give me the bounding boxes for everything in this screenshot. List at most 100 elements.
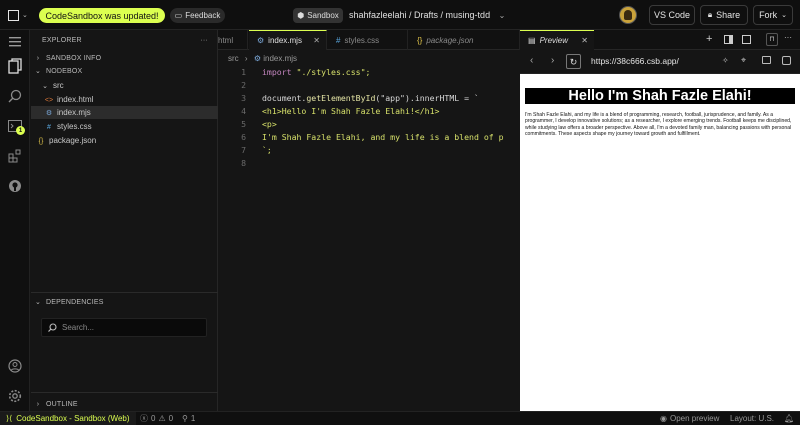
line-number: 5: [241, 119, 246, 129]
divider: [31, 292, 218, 293]
css-file-icon: #: [336, 35, 341, 45]
ports-indicator[interactable]: ⚲ 1: [182, 412, 195, 425]
code-line: 8: [218, 157, 520, 170]
environment-indicator[interactable]: ⟩⟨ CodeSandbox - Sandbox (Web): [0, 412, 136, 425]
open-preview-label: Open preview: [669, 414, 720, 423]
console-icon[interactable]: [762, 56, 771, 64]
tab-styles-css[interactable]: # styles.css: [328, 30, 408, 50]
open-preview-button[interactable]: ◉ Open preview: [660, 412, 719, 425]
keyboard-layout[interactable]: Layout: U.S.: [730, 412, 774, 425]
chevron-down-icon: ⌄: [34, 68, 42, 75]
chevron-down-icon: ⌄: [781, 12, 787, 19]
breadcrumb-file[interactable]: index.mjs: [263, 54, 297, 63]
cube-icon: ⬢: [297, 11, 305, 20]
breadcrumb-folder[interactable]: src: [228, 54, 239, 63]
preview-icon: ▤: [528, 36, 536, 45]
dependency-search-input[interactable]: Search...: [41, 318, 207, 337]
close-icon[interactable]: ✕: [581, 36, 588, 45]
sandbox-label: Sandbox: [307, 11, 339, 20]
tree-file-index-html[interactable]: <> index.html: [31, 93, 218, 106]
tab-index-html[interactable]: html: [218, 30, 248, 50]
notification-badge: 1: [16, 126, 25, 135]
fork-button[interactable]: Fork ⌄: [753, 5, 793, 25]
js-module-file-icon: ⚙: [257, 36, 265, 45]
settings-gear-icon[interactable]: [5, 386, 25, 406]
warning-icon: ⚠: [158, 414, 166, 423]
app-logo-icon: [8, 9, 19, 21]
divider: [31, 392, 218, 393]
share-label: Share: [716, 10, 741, 20]
file-label: package.json: [49, 136, 97, 145]
github-icon[interactable]: [5, 176, 25, 196]
sandbox-badge[interactable]: ⬢ Sandbox: [293, 8, 343, 23]
tree-file-index-mjs[interactable]: ⚙ index.mjs: [31, 106, 218, 119]
tab-preview[interactable]: ▤ Preview ✕: [520, 30, 594, 50]
preview-panel: ▤ Preview ✕ + ⊓ ··· ‹ › ↻ https://38c666…: [520, 30, 800, 411]
code-token: `;: [262, 145, 272, 155]
code-editor: html ⚙ index.mjs ✕ # styles.css {} packa…: [218, 30, 520, 411]
chevron-down-icon: ⌄: [34, 299, 42, 306]
chevron-down-icon: ⌄: [498, 11, 506, 20]
split-layout-icon[interactable]: [724, 35, 733, 44]
explorer-files-icon[interactable]: [5, 56, 25, 76]
account-icon[interactable]: [5, 356, 25, 376]
avatar[interactable]: [619, 6, 637, 24]
chevron-right-icon: ›: [244, 54, 248, 63]
line-number: 8: [241, 158, 246, 168]
forward-arrow-icon[interactable]: ›: [551, 55, 554, 66]
line-number: 1: [241, 67, 246, 77]
refresh-icon[interactable]: ↻: [566, 54, 581, 69]
inspect-crosshair-icon[interactable]: ⌖: [741, 55, 746, 66]
tab-package-json[interactable]: {} package.json: [409, 30, 520, 50]
panel-layout-icon[interactable]: [742, 35, 751, 44]
tab-label: package.json: [426, 35, 474, 45]
url-field[interactable]: https://38c666.csb.app/: [591, 56, 679, 66]
section-dependencies[interactable]: ⌄ DEPENDENCIES: [31, 296, 218, 309]
lock-icon[interactable]: ⊓: [766, 33, 778, 46]
line-number: 2: [241, 80, 246, 90]
close-icon[interactable]: ✕: [313, 36, 320, 45]
environment-label: CodeSandbox - Sandbox (Web): [16, 414, 130, 423]
vscode-label: VS Code: [653, 10, 691, 20]
tree-file-styles-css[interactable]: # styles.css: [31, 120, 218, 133]
ports-icon: ⚲: [182, 414, 188, 423]
preview-heading: Hello I'm Shah Fazle Elahi!: [525, 88, 795, 104]
code-area[interactable]: 1 import "./styles.css"; 2 3 document.getE…: [218, 66, 520, 206]
back-arrow-icon[interactable]: ‹: [530, 55, 533, 66]
update-notice[interactable]: CodeSandbox was updated!: [39, 8, 165, 23]
line-number: 3: [241, 93, 246, 103]
more-options-icon[interactable]: ···: [200, 34, 208, 47]
code-line: 7 `;: [218, 144, 520, 157]
dependencies-label: DEPENDENCIES: [46, 299, 104, 306]
code-line: 1 import "./styles.css";: [218, 66, 520, 79]
activity-bar: 1: [0, 30, 30, 411]
notifications-bell-icon[interactable]: 🔔︎: [784, 412, 794, 425]
hamburger-menu-icon[interactable]: [5, 32, 25, 52]
code-token: <p>: [262, 119, 277, 129]
section-sandbox-info[interactable]: › SANDBOX INFO: [31, 52, 218, 65]
problems-indicator[interactable]: ⓧ 0 ⚠ 0: [140, 412, 173, 425]
tab-index-mjs[interactable]: ⚙ index.mjs ✕: [249, 30, 327, 50]
magic-wand-icon[interactable]: ✧: [722, 56, 729, 65]
remote-icon: ⟩⟨: [6, 414, 13, 423]
explorer-panel: EXPLORER ··· › SANDBOX INFO ⌄ NODEBOX ⌄ src…: [31, 30, 218, 411]
project-path: shahfazleelahi / Drafts / musing-tdd: [349, 10, 491, 20]
project-breadcrumb[interactable]: shahfazleelahi / Drafts / musing-tdd ⌄: [349, 8, 505, 23]
share-button[interactable]: 🔒︎ Share: [700, 5, 748, 25]
add-tab-icon[interactable]: +: [706, 33, 712, 45]
extensions-icon[interactable]: [5, 146, 25, 166]
open-new-window-icon[interactable]: [782, 56, 791, 65]
feedback-button[interactable]: ▭ Feedback: [170, 8, 225, 23]
tree-folder-src[interactable]: ⌄ src: [31, 79, 218, 92]
vscode-button[interactable]: VS Code: [649, 5, 695, 25]
section-outline[interactable]: › OUTLINE: [31, 398, 218, 411]
file-label: index.html: [57, 95, 94, 104]
menu-button[interactable]: ⌄: [8, 8, 32, 22]
search-icon[interactable]: [5, 86, 25, 106]
line-number: 7: [241, 145, 246, 155]
search-placeholder: Search...: [62, 323, 95, 332]
section-nodebox[interactable]: ⌄ NODEBOX: [31, 65, 218, 78]
status-bar: ⟩⟨ CodeSandbox - Sandbox (Web) ⓧ 0 ⚠ 0 ⚲ 1 …: [0, 411, 800, 425]
more-options-icon[interactable]: ···: [784, 33, 792, 42]
tree-file-package-json[interactable]: {} package.json: [31, 134, 218, 147]
